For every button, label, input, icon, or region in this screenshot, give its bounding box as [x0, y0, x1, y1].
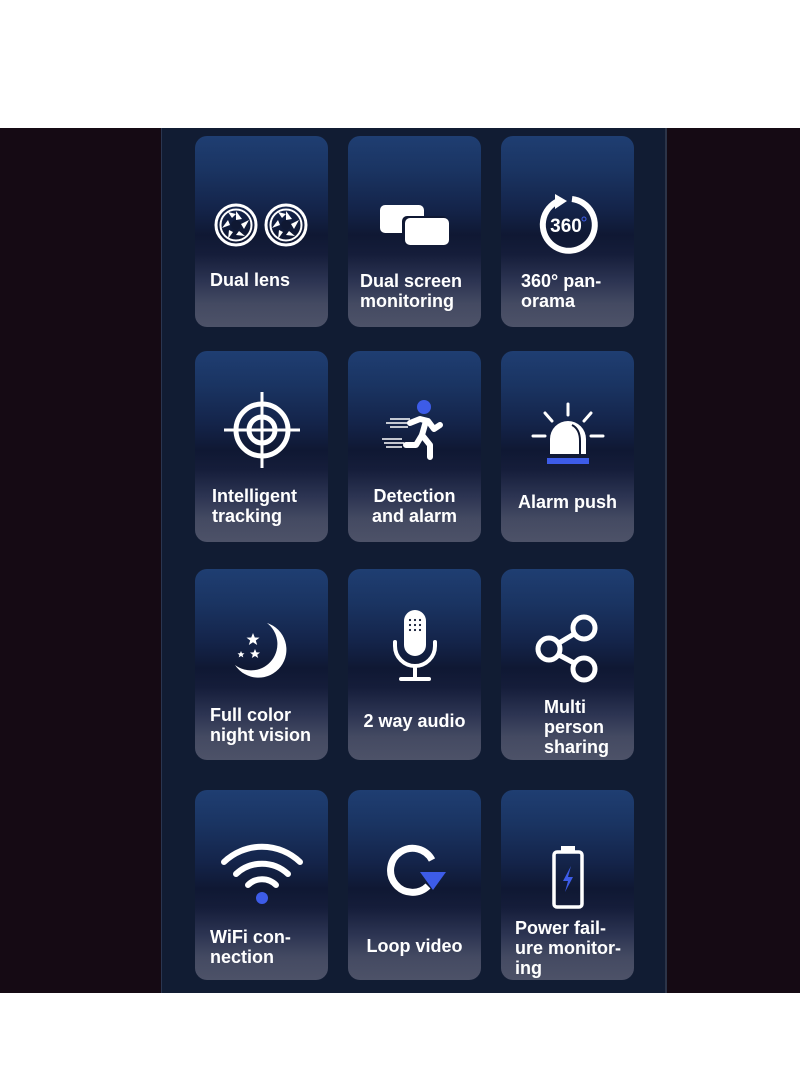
feature-tile-detection-alarm[interactable]: Detection and alarm	[348, 351, 481, 542]
feature-tile-power-failure[interactable]: Power fail- ure monitor- ing	[501, 790, 634, 980]
feature-label: Loop video	[366, 936, 463, 956]
feature-tile-two-way-audio[interactable]: 2 way audio	[348, 569, 481, 760]
feature-tile-multi-person-sharing[interactable]: Multi person sharing	[501, 569, 634, 760]
feature-tile-dual-screen[interactable]: Dual screen monitoring	[348, 136, 481, 327]
feature-label: Detection and alarm	[371, 486, 458, 526]
alarm-siren-icon	[501, 399, 634, 469]
share-nodes-icon	[501, 613, 634, 683]
feature-label: Full color night vision	[210, 705, 311, 745]
feature-tile-loop-video[interactable]: Loop video	[348, 790, 481, 980]
dual-lens-icon	[195, 190, 328, 260]
moon-stars-icon	[195, 615, 328, 685]
dual-screen-icon	[348, 190, 481, 260]
feature-label: 360° pan- orama	[521, 271, 602, 311]
feature-label: Intelligent tracking	[212, 486, 297, 526]
feature-tile-360-panorama[interactable]: 360 360° pan- orama	[501, 136, 634, 327]
feature-tile-night-vision[interactable]: Full color night vision	[195, 569, 328, 760]
feature-label: Multi person sharing	[544, 697, 610, 757]
feature-label: Power fail- ure monitor- ing	[515, 918, 621, 978]
panorama-360-text: 360	[550, 216, 582, 237]
wifi-icon	[195, 836, 328, 906]
battery-charging-icon	[501, 842, 634, 912]
panorama-360-icon: 360	[501, 190, 634, 260]
feature-tile-wifi[interactable]: WiFi con- nection	[195, 790, 328, 980]
feature-label: 2 way audio	[363, 711, 466, 731]
crosshair-target-icon	[195, 392, 328, 468]
microphone-icon	[348, 610, 481, 681]
feature-label: Alarm push	[517, 492, 618, 512]
feature-tile-intelligent-tracking[interactable]: Intelligent tracking	[195, 351, 328, 542]
loop-arrow-icon	[348, 836, 481, 906]
running-person-icon	[348, 395, 481, 465]
feature-label: Dual lens	[210, 270, 291, 290]
feature-tile-alarm-push[interactable]: Alarm push	[501, 351, 634, 542]
feature-label: WiFi con- nection	[210, 927, 291, 967]
feature-label: Dual screen monitoring	[360, 271, 463, 311]
feature-tile-dual-lens[interactable]: Dual lens	[195, 136, 328, 327]
